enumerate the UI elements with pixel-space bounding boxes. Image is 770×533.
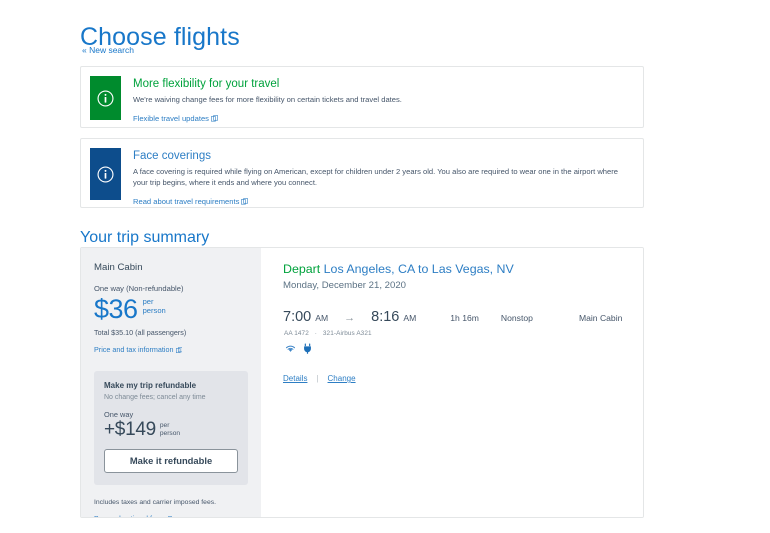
- link-label: Bag and optional fees: [94, 514, 164, 517]
- banner-body: Face coverings A face covering is requir…: [133, 150, 633, 209]
- refundable-title: Make my trip refundable: [104, 381, 197, 390]
- price-and-tax-information-link[interactable]: Price and tax information: [94, 345, 182, 354]
- departure-time-value: 7:00: [283, 309, 312, 325]
- links-separator: |: [316, 374, 319, 383]
- external-link-icon: [175, 346, 183, 355]
- flight-stops: Nonstop: [500, 313, 533, 323]
- fare-price: $36 per person: [94, 296, 248, 323]
- refundable-price-unit: per person: [160, 422, 180, 438]
- make-trip-refundable-box: Make my trip refundable No change fees; …: [94, 371, 248, 485]
- details-link[interactable]: Details: [283, 374, 307, 383]
- banner-body: More flexibility for your travel We're w…: [133, 78, 633, 126]
- flight-duration: 1h 16m: [450, 313, 479, 323]
- fare-type: One way (Non-refundable): [94, 284, 184, 293]
- fare-total: Total $35.10 (all passengers): [94, 328, 187, 337]
- cabin-name: Main Cabin: [94, 262, 143, 273]
- depart-label: Depart: [283, 262, 321, 276]
- banner-title: More flexibility for your travel: [133, 78, 280, 90]
- flight-number: AA 1472: [284, 330, 309, 337]
- refundable-price: +$149 per person: [104, 420, 238, 439]
- fare-column: Main Cabin One way (Non-refundable) $36 …: [81, 248, 261, 517]
- link-label: Read about travel requirements: [133, 197, 240, 207]
- fare-price-unit: per person: [142, 297, 166, 316]
- refundable-one-way-label: One way: [104, 410, 134, 419]
- route-date: Monday, December 21, 2020: [283, 280, 407, 291]
- flight-times-row: 7:00 AM → 8:16 AM 1h 16m Nonstop Main Ca…: [283, 309, 627, 325]
- flight-details-column: Depart Los Angeles, CA to Las Vegas, NV …: [261, 248, 643, 517]
- price-unit-line1: per: [159, 422, 170, 429]
- section-title-trip-summary: Your trip summary: [80, 229, 210, 247]
- arrival-time-value: 8:16: [371, 309, 400, 325]
- power-outlet-icon: [303, 343, 312, 354]
- trip-summary-card: Main Cabin One way (Non-refundable) $36 …: [80, 247, 644, 518]
- banner-title: Face coverings: [133, 150, 211, 162]
- route-cities: Los Angeles, CA to Las Vegas, NV: [323, 262, 514, 276]
- arrival-time-meridiem: AM: [403, 313, 417, 323]
- amenities-list: [285, 343, 627, 354]
- departure-time: 7:00 AM: [283, 309, 328, 325]
- arrival-time: 8:16 AM: [371, 309, 416, 325]
- new-search-link[interactable]: « New search: [82, 45, 134, 55]
- flight-number-and-aircraft: AA 1472 · 321-Airbus A321: [284, 330, 627, 337]
- banner-text: We're waiving change fees for more flexi…: [133, 95, 402, 105]
- route-title: Depart Los Angeles, CA to Las Vegas, NV: [283, 262, 627, 276]
- external-link-icon: [211, 115, 218, 124]
- choose-flights-page: Choose flights « New search More flexibi…: [0, 0, 770, 533]
- fare-footnote: Includes taxes and carrier imposed fees.: [94, 499, 217, 506]
- info-icon: [90, 148, 121, 200]
- aircraft-type: 321-Airbus A321: [322, 330, 372, 337]
- external-link-icon: [165, 515, 173, 517]
- alert-banner-flexibility: More flexibility for your travel We're w…: [80, 66, 644, 128]
- external-link-icon: [241, 198, 249, 207]
- flight-actions: Details | Change: [283, 374, 627, 383]
- banner-text: A face covering is required while flying…: [133, 167, 619, 188]
- change-link[interactable]: Change: [328, 374, 356, 383]
- alert-banner-face-coverings: Face coverings A face covering is requir…: [80, 138, 644, 208]
- info-icon: [90, 76, 121, 120]
- price-unit-line2: person: [159, 429, 181, 437]
- flight-cabin: Main Cabin: [578, 313, 623, 323]
- travel-requirements-link[interactable]: Read about travel requirements: [133, 197, 249, 207]
- wifi-icon: [285, 344, 296, 353]
- fare-price-amount: $36: [94, 294, 138, 324]
- refundable-subtitle: No change fees; cancel any time: [104, 394, 206, 401]
- make-it-refundable-button[interactable]: Make it refundable: [104, 449, 238, 473]
- bag-and-optional-fees-link[interactable]: Bag and optional fees: [94, 514, 173, 517]
- flexible-travel-updates-link[interactable]: Flexible travel updates: [133, 114, 218, 123]
- price-unit-line2: person: [142, 305, 166, 315]
- price-unit-line1: per: [142, 297, 154, 306]
- departure-time-meridiem: AM: [315, 313, 329, 323]
- link-label: Price and tax information: [94, 345, 174, 354]
- arrow-icon: →: [344, 312, 356, 324]
- separator: ·: [314, 330, 317, 337]
- link-label: Flexible travel updates: [133, 114, 209, 124]
- refundable-price-amount: +$149: [104, 419, 156, 440]
